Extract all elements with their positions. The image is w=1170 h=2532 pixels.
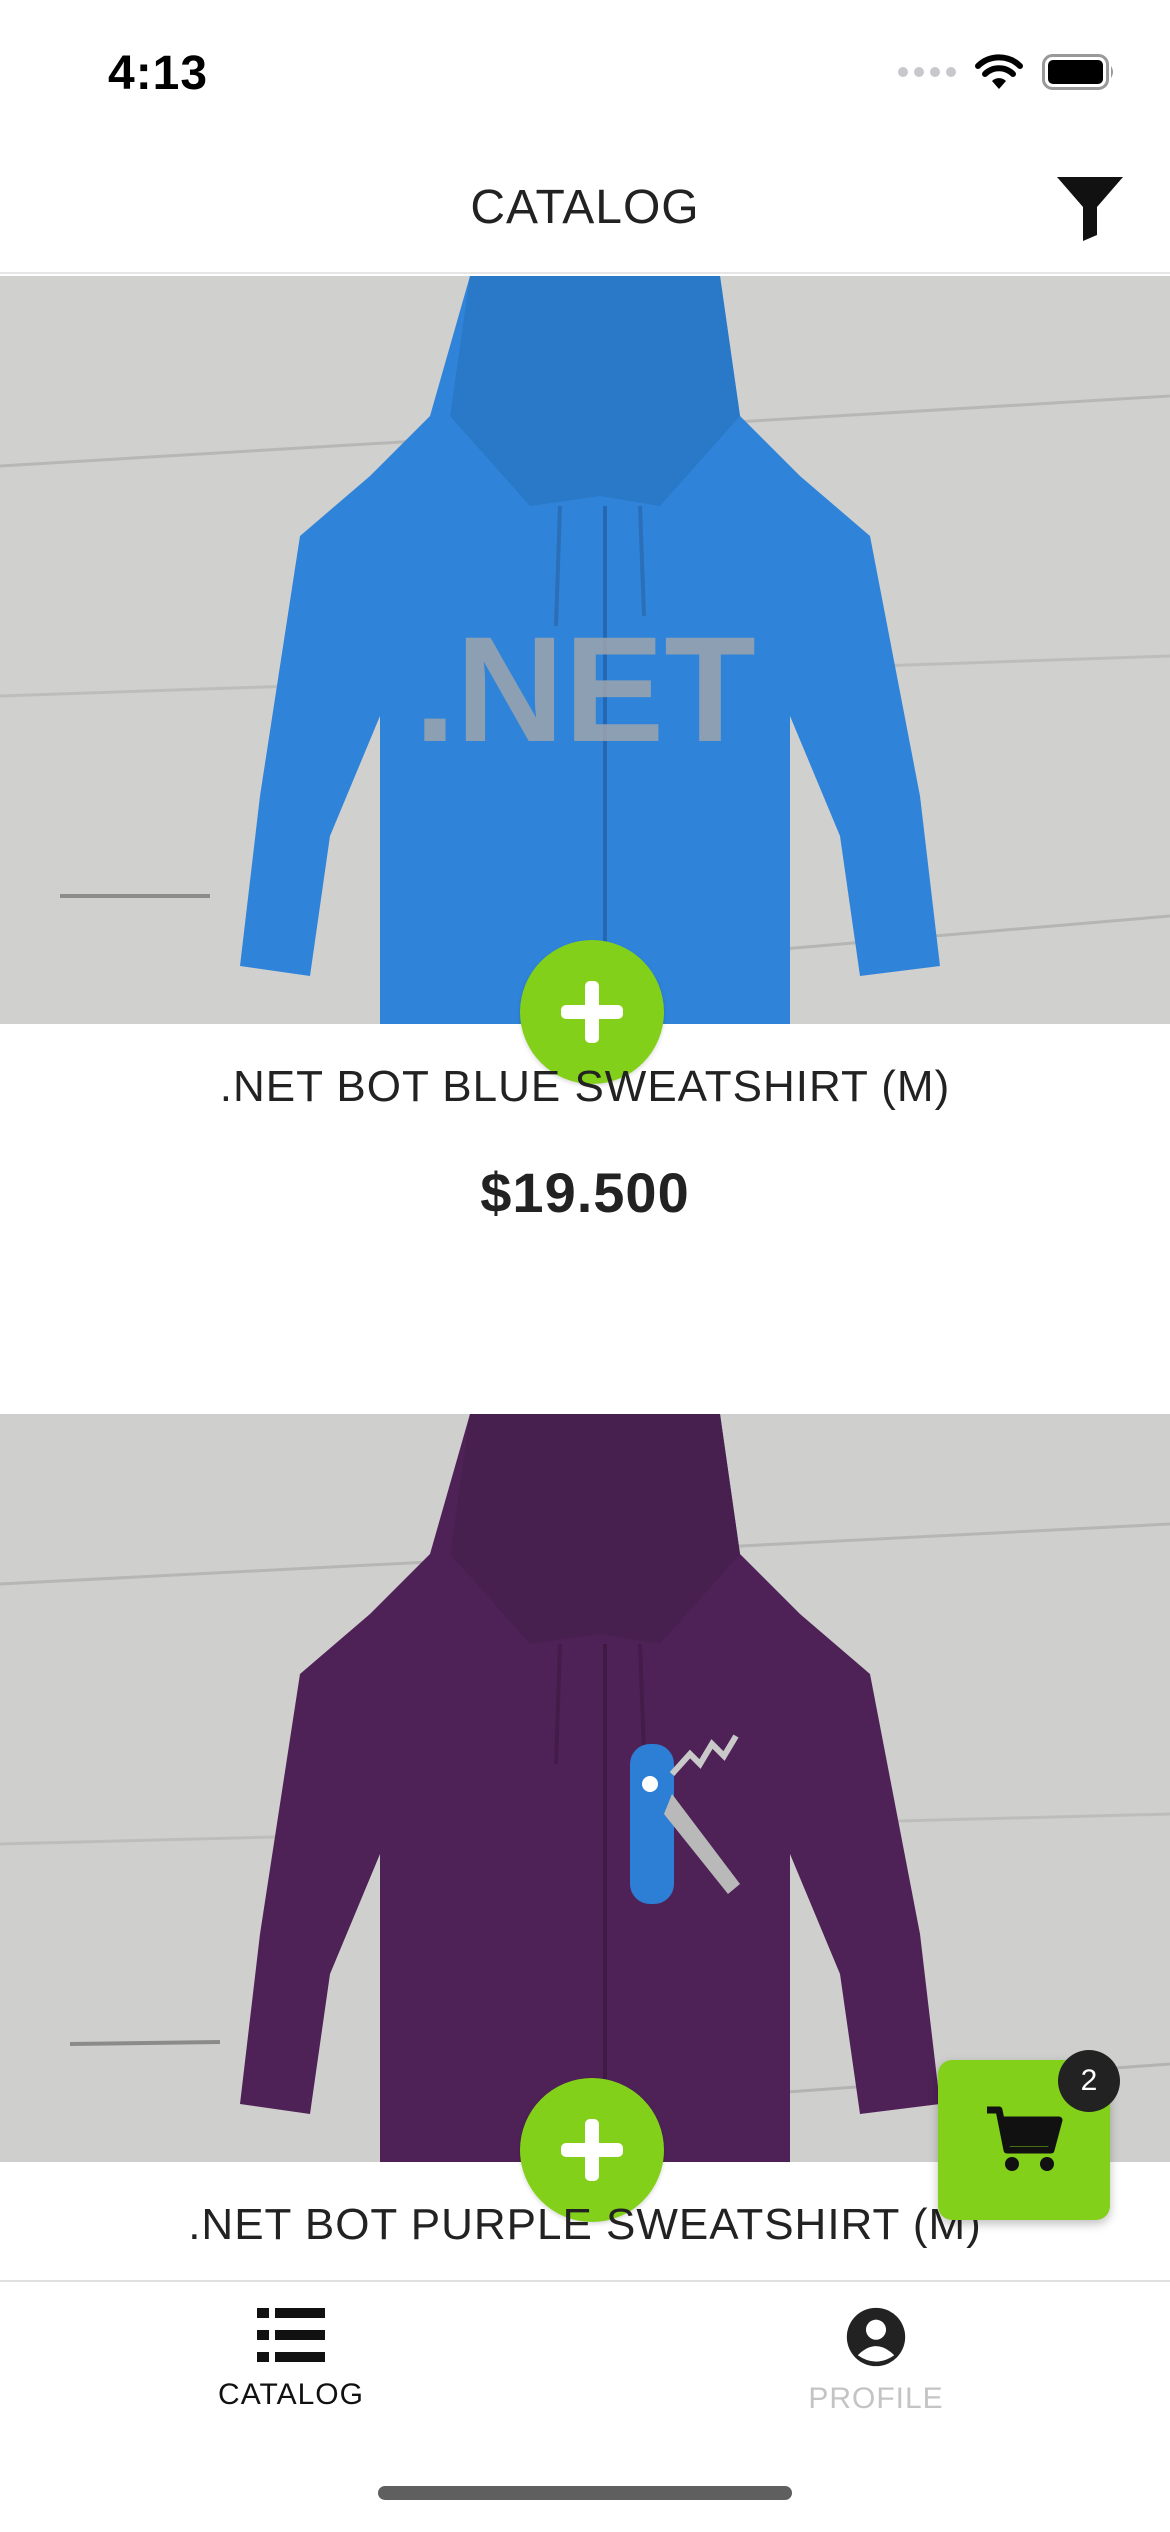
wifi-icon: [975, 54, 1023, 89]
tab-catalog[interactable]: CATALOG: [131, 2306, 451, 2456]
app-header: CATALOG: [0, 140, 1170, 274]
cart-count-badge: 2: [1058, 2050, 1120, 2112]
tab-profile[interactable]: PROFILE: [716, 2306, 1036, 2456]
status-icons: [898, 52, 1116, 92]
plus-icon: [561, 981, 623, 1043]
page-title: CATALOG: [470, 181, 700, 234]
svg-text:.NET: .NET: [414, 605, 756, 773]
plus-icon: [561, 2119, 623, 2181]
tab-catalog-label: CATALOG: [218, 2378, 364, 2411]
product-image[interactable]: .NET: [0, 276, 1170, 1024]
product-price: $19.500: [480, 1161, 690, 1224]
product-image[interactable]: [0, 1414, 1170, 2162]
status-time: 4:13: [108, 47, 209, 100]
cart-icon: [987, 2106, 1063, 2171]
product-list[interactable]: .NET .NET BOT BLUE SWEATSHIRT (M) $19.50…: [0, 276, 1170, 2280]
battery-icon: [1042, 54, 1113, 90]
home-indicator: [378, 2486, 792, 2500]
status-bar: 4:13: [0, 0, 1170, 140]
product-name: .NET BOT BLUE SWEATSHIRT (M): [219, 1062, 951, 1111]
list-icon: [257, 2308, 325, 2362]
filter-icon: [1057, 177, 1123, 241]
product-card[interactable]: .NET .NET BOT BLUE SWEATSHIRT (M) $19.50…: [0, 276, 1170, 1416]
filter-button[interactable]: [1052, 170, 1128, 246]
tab-profile-label: PROFILE: [808, 2382, 944, 2415]
user-icon: [846, 2307, 906, 2367]
signal-dots-icon: [898, 67, 956, 77]
